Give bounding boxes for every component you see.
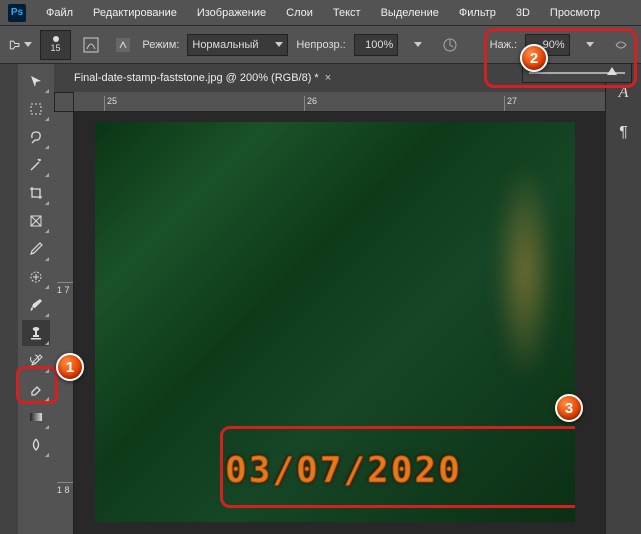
ruler-vertical[interactable]: 1 7 1 8 (54, 112, 74, 534)
lasso-tool-icon[interactable] (22, 124, 50, 150)
artboard-tool-icon[interactable] (22, 96, 50, 122)
spot-heal-tool-icon[interactable] (22, 264, 50, 290)
clone-stamp-tool-icon[interactable] (22, 320, 50, 346)
menu-image[interactable]: Изображение (189, 4, 274, 22)
left-gutter (0, 64, 18, 534)
history-brush-tool-icon[interactable] (22, 348, 50, 374)
opacity-dropdown-icon[interactable] (406, 32, 430, 58)
menu-file[interactable]: Файл (38, 4, 81, 22)
mode-label: Режим: (142, 39, 179, 51)
opacity-label: Непрозр.: (296, 39, 345, 51)
date-stamp-text: 03/07/2020 (225, 450, 462, 491)
character-panel-icon[interactable]: A (611, 80, 637, 106)
brush-preset-picker[interactable]: 15 (40, 30, 71, 60)
menu-edit[interactable]: Редактирование (85, 4, 185, 22)
canvas[interactable]: 03/07/2020 (95, 122, 575, 522)
menu-view[interactable]: Просмотр (542, 4, 608, 22)
menu-3d[interactable]: 3D (508, 4, 538, 22)
blur-tool-icon[interactable] (22, 432, 50, 458)
flow-dropdown-icon[interactable] (578, 32, 602, 58)
gradient-tool-icon[interactable] (22, 404, 50, 430)
crop-tool-icon[interactable] (22, 180, 50, 206)
brush-panel-icon[interactable] (79, 32, 103, 58)
eraser-tool-icon[interactable] (22, 376, 50, 402)
flow-label: Наж.: (490, 39, 518, 51)
opacity-field[interactable]: 100% (354, 34, 399, 56)
document-tab[interactable]: Final-date-stamp-faststone.jpg @ 200% (R… (64, 67, 341, 89)
brush-tool-icon[interactable] (22, 292, 50, 318)
menubar: Ps Файл Редактирование Изображение Слои … (0, 0, 641, 26)
move-tool-icon[interactable] (22, 68, 50, 94)
ruler-mark: 1 7 (57, 282, 74, 295)
magic-wand-tool-icon[interactable] (22, 152, 50, 178)
ruler-horizontal[interactable]: 25 26 27 (74, 92, 605, 112)
panel-column: A ¶ (605, 64, 641, 534)
menu-layers[interactable]: Слои (278, 4, 321, 22)
ruler-corner (54, 92, 74, 112)
menu-text[interactable]: Текст (325, 4, 369, 22)
ruler-mark: 26 (304, 96, 317, 112)
clone-source-panel-icon[interactable] (111, 32, 135, 58)
canvas-stage[interactable]: 03/07/2020 (74, 112, 605, 534)
airbrush-icon[interactable] (609, 32, 633, 58)
document-area: Final-date-stamp-faststone.jpg @ 200% (R… (54, 64, 605, 534)
pressure-opacity-icon[interactable] (438, 32, 462, 58)
eyedropper-tool-icon[interactable] (22, 236, 50, 262)
ruler-mark: 1 8 (57, 482, 74, 495)
ruler-mark: 25 (104, 96, 117, 112)
mode-dropdown[interactable]: Нормальный (187, 34, 288, 56)
flow-slider-popup[interactable] (522, 63, 632, 83)
close-icon[interactable]: × (325, 72, 331, 84)
toolbox (18, 64, 54, 534)
ruler-mark: 27 (504, 96, 517, 112)
app-logo: Ps (8, 4, 26, 22)
options-bar: 15 Режим: Нормальный Непрозр.: 100% Наж.… (0, 26, 641, 64)
menu-filter[interactable]: Фильтр (451, 4, 504, 22)
paragraph-panel-icon[interactable]: ¶ (611, 120, 637, 146)
current-tool-icon[interactable] (8, 33, 32, 57)
menu-select[interactable]: Выделение (373, 4, 447, 22)
frame-tool-icon[interactable] (22, 208, 50, 234)
flow-field[interactable]: 90% (525, 34, 570, 56)
